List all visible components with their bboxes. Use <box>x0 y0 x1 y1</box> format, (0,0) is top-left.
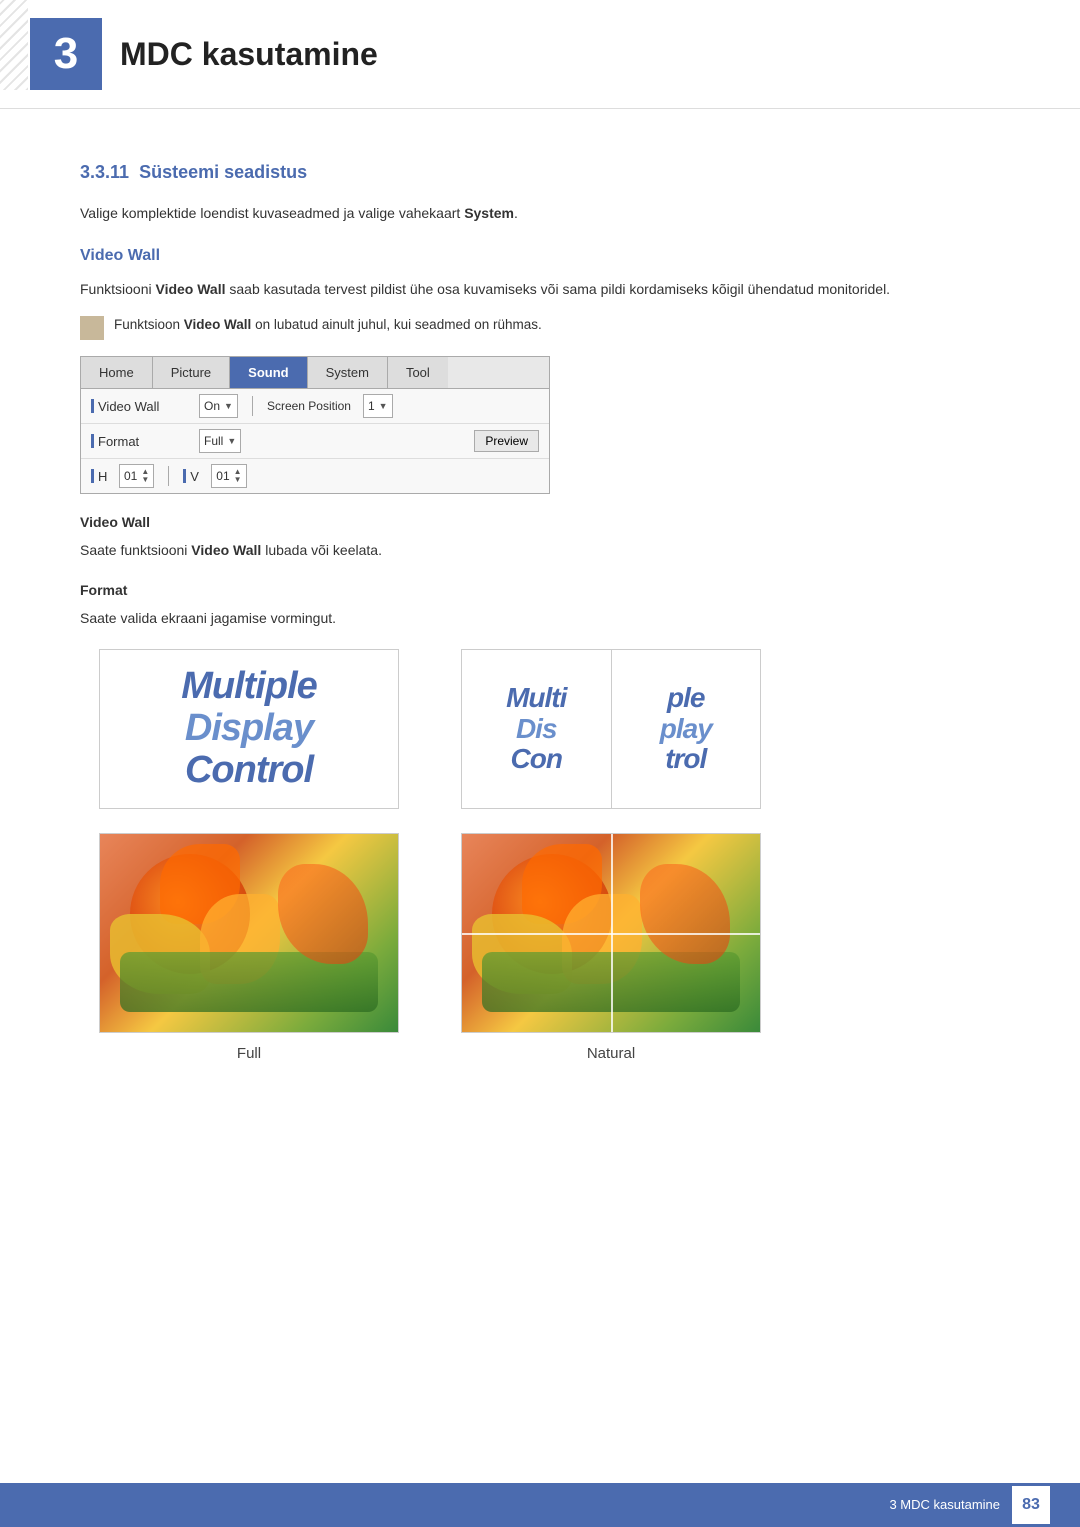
section-heading: 3.3.11 Süsteemi seadistus <box>80 159 1000 186</box>
video-wall-row: Video Wall On ▼ Screen Position 1 ▼ <box>81 389 549 424</box>
natural-logo-left: Multi Dis Con <box>462 650 611 808</box>
mdc-panel: Home Picture Sound System Tool Video Wal… <box>80 356 550 495</box>
format-sub-text: Saate valida ekraani jagamise vormingut. <box>80 607 1000 629</box>
v-spinner-arrows: ▲ ▼ <box>234 468 242 484</box>
format-row: Format Full ▼ Preview <box>81 424 549 459</box>
h-label: H <box>91 467 111 487</box>
full-logo-item: Multiple Display Control <box>80 649 418 809</box>
tab-sound[interactable]: Sound <box>230 357 307 389</box>
tab-tool[interactable]: Tool <box>388 357 448 389</box>
h-spinner-arrows: ▲ ▼ <box>141 468 149 484</box>
flower-full-item: Full <box>80 833 418 1066</box>
chapter-header: 3 MDC kasutamine <box>0 0 1080 109</box>
chevron-down-icon: ▼ <box>379 400 388 414</box>
screen-position-label: Screen Position <box>267 397 351 415</box>
note-box: Funktsioon Video Wall on lubatud ainult … <box>80 315 1000 340</box>
video-wall-sub-label: Video Wall <box>80 512 1000 533</box>
label-bar <box>183 469 186 483</box>
flower-full-image <box>99 833 399 1033</box>
video-wall-select[interactable]: On ▼ <box>199 394 238 418</box>
natural-logo-item: Multi Dis Con ple play trol <box>442 649 780 809</box>
natural-logo-text-right: ple play trol <box>660 683 712 775</box>
video-wall-label: Video Wall <box>91 397 191 417</box>
tab-home[interactable]: Home <box>81 357 153 389</box>
full-logo-image: Multiple Display Control <box>99 649 399 809</box>
video-wall-heading: Video Wall <box>80 244 1000 268</box>
section-number: 3.3.11 <box>80 162 129 182</box>
chapter-number: 3 <box>54 21 78 87</box>
full-caption: Full <box>237 1043 261 1066</box>
tab-system[interactable]: System <box>308 357 388 389</box>
chevron-down-icon: ▼ <box>227 435 236 449</box>
label-bar <box>91 469 94 483</box>
label-bar <box>91 399 94 413</box>
intro-text-before: Valige komplektide loendist kuvaseadmed … <box>80 205 464 221</box>
natural-logo-image: Multi Dis Con ple play trol <box>461 649 761 809</box>
format-sub-label: Format <box>80 580 1000 601</box>
label-bar <box>91 434 94 448</box>
main-content: 3.3.11 Süsteemi seadistus Valige komplek… <box>0 109 1080 1166</box>
intro-text-after: . <box>514 205 518 221</box>
flower-natural-item: Natural <box>442 833 780 1066</box>
row-divider <box>168 466 169 486</box>
full-logo-text: Multiple Display Control <box>181 666 317 791</box>
screen-position-select[interactable]: 1 ▼ <box>363 394 393 418</box>
video-wall-sub-text: Saate funktsiooni Video Wall lubada või … <box>80 539 1000 561</box>
chevron-down-icon: ▼ <box>224 400 233 414</box>
format-select[interactable]: Full ▼ <box>199 429 241 453</box>
h-spinner[interactable]: 01 ▲ ▼ <box>119 464 154 488</box>
section-title: Süsteemi seadistus <box>139 162 307 182</box>
format-label: Format <box>91 432 191 452</box>
footer-page-number: 83 <box>1012 1486 1050 1524</box>
intro-bold: System <box>464 205 514 221</box>
natural-logo-right: ple play trol <box>612 650 761 808</box>
natural-caption: Natural <box>587 1043 635 1066</box>
stripe-decoration <box>0 0 28 90</box>
footer: 3 MDC kasutamine 83 <box>0 1483 1080 1527</box>
panel-tabs: Home Picture Sound System Tool <box>81 357 549 390</box>
note-text: Funktsioon Video Wall on lubatud ainult … <box>114 315 542 335</box>
intro-text: Valige komplektide loendist kuvaseadmed … <box>80 202 1000 224</box>
format-images-grid: Multiple Display Control Multi Dis Con <box>80 649 780 1066</box>
chapter-title: MDC kasutamine <box>120 30 378 78</box>
preview-button[interactable]: Preview <box>474 430 539 452</box>
footer-text: 3 MDC kasutamine <box>889 1495 1000 1515</box>
hv-row: H 01 ▲ ▼ V 01 ▲ <box>81 459 549 493</box>
v-spinner[interactable]: 01 ▲ ▼ <box>211 464 246 488</box>
natural-logo-text-left: Multi Dis Con <box>506 683 566 775</box>
flower-natural-image <box>461 833 761 1033</box>
video-wall-description: Funktsiooni Video Wall saab kasutada ter… <box>80 278 1000 300</box>
panel-body: Video Wall On ▼ Screen Position 1 ▼ Form… <box>81 389 549 493</box>
tab-picture[interactable]: Picture <box>153 357 230 389</box>
row-divider <box>252 396 253 416</box>
note-icon <box>80 316 104 340</box>
v-label: V <box>183 467 203 487</box>
chapter-number-box: 3 <box>30 18 102 90</box>
